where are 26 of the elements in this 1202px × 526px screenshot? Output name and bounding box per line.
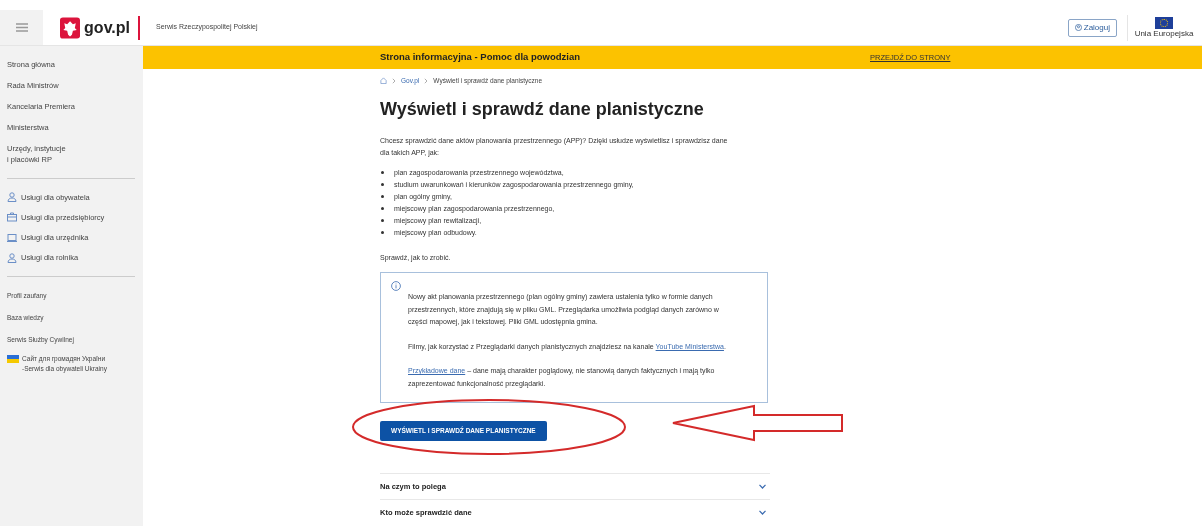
bullet-icon: [381, 207, 384, 211]
laptop-icon: [7, 232, 17, 243]
menu-icon[interactable]: [15, 23, 28, 32]
bullet-icon: [381, 171, 384, 175]
home-icon[interactable]: [380, 77, 387, 85]
eu-label: Unia Europejska: [1134, 29, 1194, 38]
eagle-emblem-icon: [60, 16, 81, 39]
bullet-icon: [381, 219, 384, 223]
page-title: Wyświetl i sprawdź dane planistyczne: [380, 97, 705, 121]
eu-flag: [1155, 17, 1173, 29]
chevron-icon: [759, 510, 766, 516]
logo-text[interactable]: gov.pl: [84, 15, 130, 40]
user-circle-icon: [1074, 24, 1082, 31]
bullet-icon: [381, 195, 384, 199]
chevron-icon: [759, 484, 766, 490]
ukraine-flag-icon: [7, 355, 19, 364]
person-icon: [7, 192, 17, 203]
person-icon: [7, 252, 17, 263]
bullet-icon: [381, 183, 384, 187]
info-icon: [391, 281, 401, 292]
chevron-icon: [424, 77, 429, 84]
bullet-icon: [381, 231, 384, 235]
login-button[interactable]: Zaloguj: [1067, 18, 1117, 37]
briefcase-icon: [7, 212, 17, 223]
chevron-icon: [392, 77, 396, 84]
banner-text: Strona informacyjna - Pomoc dla powodzian: [380, 50, 582, 65]
